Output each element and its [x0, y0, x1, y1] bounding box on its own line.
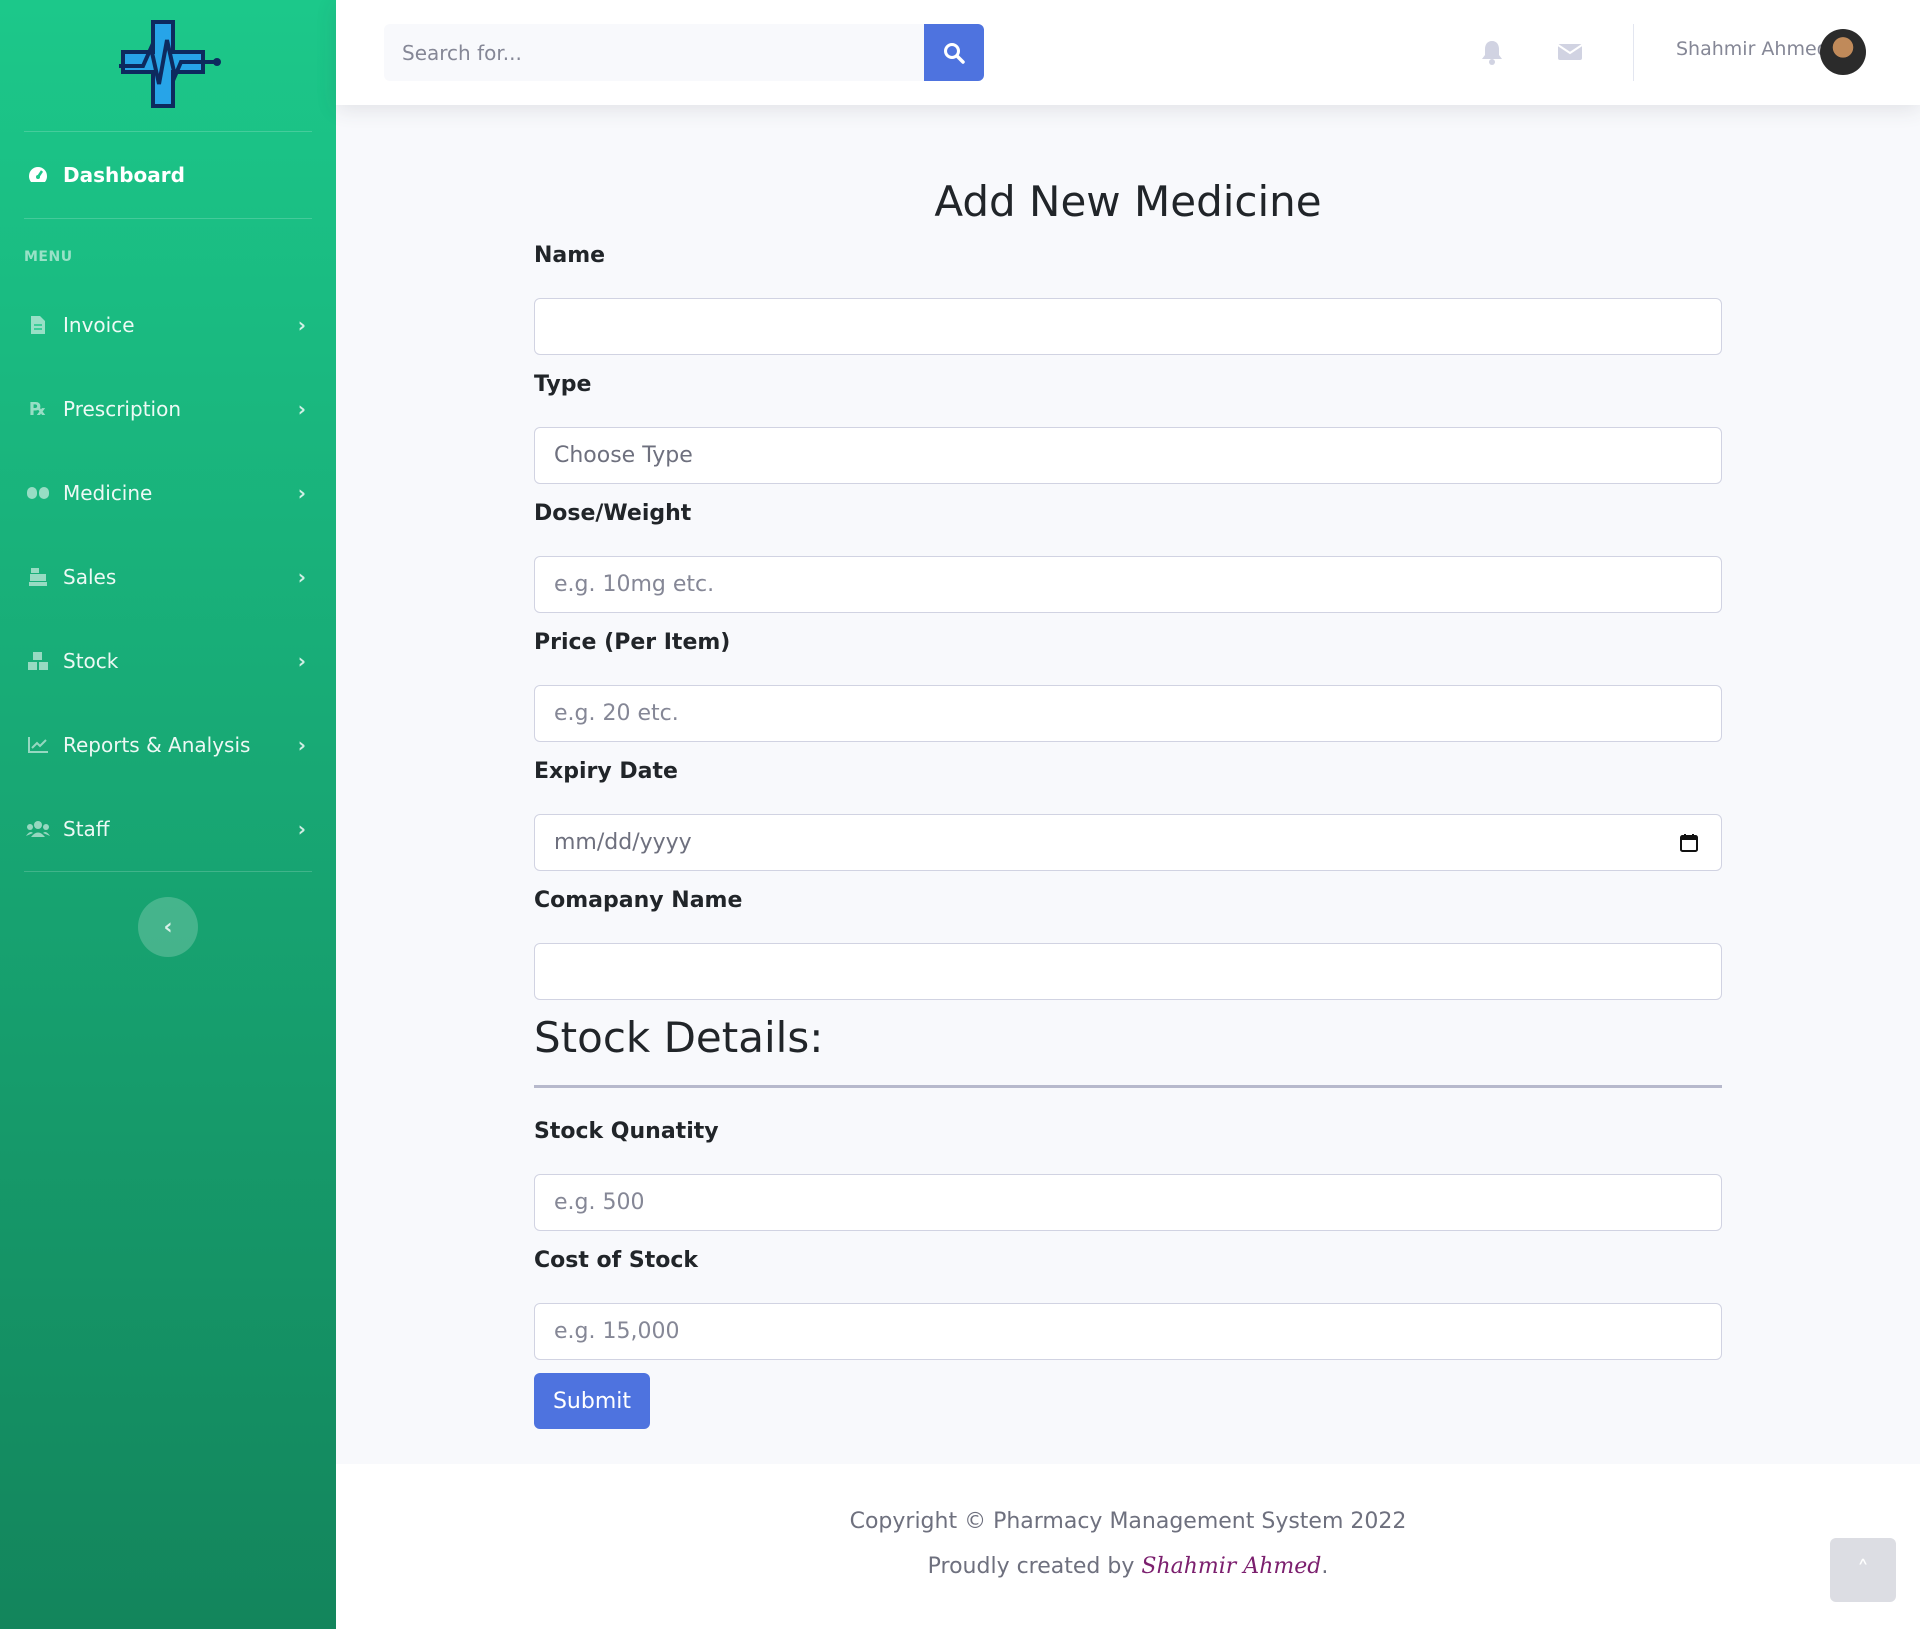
name-field-group: Name: [534, 243, 1722, 355]
sidebar-heading: MENU: [24, 249, 73, 265]
sidebar-item-dashboard[interactable]: Dashboard: [0, 132, 336, 218]
prescription-icon: ℞: [29, 398, 47, 420]
sidebar-item-label: Medicine: [63, 481, 153, 505]
sidebar-item-prescription[interactable]: ℞ Prescription ›: [0, 367, 336, 451]
type-select[interactable]: Choose Type: [534, 427, 1722, 484]
dose-field-group: Dose/Weight e.g. 10mg etc.: [534, 501, 1722, 613]
pills-icon: [25, 482, 51, 504]
avatar[interactable]: [1820, 29, 1866, 75]
sidebar-item-label: Dashboard: [63, 163, 185, 187]
file-icon: [25, 314, 51, 336]
scroll-to-top-button[interactable]: ˄: [1830, 1538, 1896, 1602]
sidebar-toggle-button[interactable]: ‹: [138, 897, 198, 957]
tachometer-icon: [25, 164, 51, 186]
cash-register-icon: [25, 566, 51, 588]
sidebar-item-label: Stock: [63, 649, 119, 673]
price-input[interactable]: e.g. 20 etc.: [534, 685, 1722, 742]
sidebar-item-label: Sales: [63, 565, 117, 589]
credit-suffix: .: [1321, 1554, 1329, 1579]
topbar-divider: [1633, 24, 1634, 81]
stock-qty-label: Stock Qunatity: [534, 1119, 719, 1144]
footer: Copyright © Pharmacy Management System 2…: [336, 1464, 1920, 1629]
price-placeholder: e.g. 20 etc.: [554, 701, 679, 726]
stock-section-title: Stock Details:: [534, 1013, 824, 1062]
credit-prefix: Proudly created by: [927, 1554, 1142, 1579]
name-input[interactable]: [534, 298, 1722, 355]
dose-input[interactable]: e.g. 10mg etc.: [534, 556, 1722, 613]
company-label: Comapany Name: [534, 888, 743, 913]
chevron-right-icon: ›: [297, 817, 306, 841]
chevron-right-icon: ›: [297, 481, 306, 505]
sidebar-item-label: Invoice: [63, 313, 135, 337]
sidebar-item-label: Reports & Analysis: [63, 733, 251, 757]
copyright-text: Copyright © Pharmacy Management System 2…: [849, 1509, 1407, 1534]
users-icon: [25, 818, 51, 840]
search-icon: [944, 42, 965, 64]
expiry-label: Expiry Date: [534, 759, 678, 784]
calendar-icon[interactable]: [1679, 833, 1699, 853]
user-name[interactable]: Shahmir Ahmed: [1676, 38, 1829, 60]
name-label: Name: [534, 243, 606, 268]
sidebar-item-label: Prescription: [63, 397, 181, 421]
sidebar-item-invoice[interactable]: Invoice ›: [0, 283, 336, 367]
boxes-icon: [25, 650, 51, 672]
sidebar-item-stock[interactable]: Stock ›: [0, 619, 336, 703]
chevron-right-icon: ›: [297, 733, 306, 757]
stock-cost-placeholder: e.g. 15,000: [554, 1319, 680, 1344]
envelope-icon: [1557, 44, 1583, 60]
bell-icon: [1482, 41, 1502, 65]
stock-cost-field-group: Cost of Stock e.g. 15,000: [534, 1248, 1722, 1360]
company-field-group: Comapany Name: [534, 888, 1722, 1000]
sidebar: Dashboard MENU Invoice › ℞ Prescription …: [0, 0, 336, 1629]
type-select-value: Choose Type: [554, 443, 693, 468]
sidebar-item-reports[interactable]: Reports & Analysis ›: [0, 703, 336, 787]
submit-button[interactable]: Submit: [534, 1373, 650, 1429]
section-divider: [534, 1085, 1722, 1088]
stock-qty-placeholder: e.g. 500: [554, 1190, 645, 1215]
brand-logo[interactable]: [0, 0, 336, 131]
dose-placeholder: e.g. 10mg etc.: [554, 572, 715, 597]
type-label: Type: [534, 372, 592, 397]
chevron-left-icon: ‹: [163, 914, 173, 940]
chevron-right-icon: ›: [297, 565, 306, 589]
chevron-right-icon: ›: [297, 313, 306, 337]
company-input[interactable]: [534, 943, 1722, 1000]
messages-button[interactable]: [1556, 38, 1584, 66]
page-title: Add New Medicine: [934, 177, 1322, 226]
type-field-group: Type Choose Type: [534, 372, 1722, 484]
dose-label: Dose/Weight: [534, 501, 692, 526]
search-input[interactable]: [384, 24, 924, 81]
search-button[interactable]: [924, 24, 984, 81]
chevron-right-icon: ›: [297, 397, 306, 421]
price-label: Price (Per Item): [534, 630, 731, 655]
medical-cross-logo-icon: [119, 19, 221, 108]
sidebar-item-label: Staff: [63, 817, 110, 841]
credit-author: Shahmir Ahmed: [1141, 1554, 1322, 1579]
expiry-date-input[interactable]: mm/dd/yyyy: [534, 814, 1722, 871]
chart-line-icon: [25, 734, 51, 756]
sidebar-item-sales[interactable]: Sales ›: [0, 535, 336, 619]
expiry-field-group: Expiry Date mm/dd/yyyy: [534, 759, 1722, 871]
chevron-up-icon: ˄: [1857, 1556, 1869, 1584]
search-bar: [384, 24, 984, 81]
price-field-group: Price (Per Item) e.g. 20 etc.: [534, 630, 1722, 742]
stock-cost-input[interactable]: e.g. 15,000: [534, 1303, 1722, 1360]
alerts-button[interactable]: [1478, 38, 1506, 66]
sidebar-item-staff[interactable]: Staff ›: [0, 787, 336, 871]
expiry-placeholder: mm/dd/yyyy: [554, 830, 692, 855]
chevron-right-icon: ›: [297, 649, 306, 673]
stock-cost-label: Cost of Stock: [534, 1248, 699, 1273]
credit-text: Proudly created by Shahmir Ahmed.: [336, 1554, 1920, 1579]
main-content: Add New Medicine Name Type Choose Type D…: [336, 105, 1920, 1464]
stock-qty-input[interactable]: e.g. 500: [534, 1174, 1722, 1231]
sidebar-item-medicine[interactable]: Medicine ›: [0, 451, 336, 535]
stock-qty-field-group: Stock Qunatity e.g. 500: [534, 1119, 1722, 1231]
topbar: Shahmir Ahmed: [336, 0, 1920, 105]
